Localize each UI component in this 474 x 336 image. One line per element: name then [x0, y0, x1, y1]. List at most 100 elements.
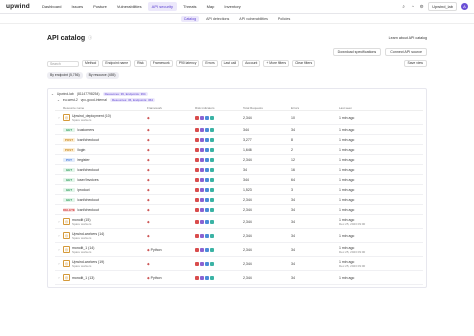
name-cell: GET/user/Invoices	[63, 177, 147, 182]
filter-p90-latency[interactable]: P90 latency	[175, 60, 200, 67]
nav-map[interactable]: Map	[203, 2, 219, 11]
expand-icon[interactable]: ›	[55, 262, 63, 266]
col-total-requests[interactable]: Total Requests	[243, 106, 291, 110]
chevron-down-icon[interactable]: ⌄	[51, 92, 54, 96]
region-line[interactable]: ⌄ eu-west-2 vpc-good-internal Resources:…	[51, 97, 423, 103]
risk-indicator-icon	[200, 247, 204, 252]
filter-last-call[interactable]: Last call	[220, 60, 240, 67]
endpoint-path[interactable]: /product	[77, 188, 90, 192]
endpoint-row[interactable]: GET/cart/checkout ◆ 34 16 1 min ago	[55, 165, 423, 175]
group-by-resource[interactable]: By resource (455)	[85, 72, 119, 79]
learn-link[interactable]: Learn about API catalog	[389, 36, 427, 40]
filter-method[interactable]: Method	[82, 60, 100, 67]
nav-api-security[interactable]: API security	[147, 2, 177, 11]
resource-row[interactable]: › ◎ monolit_1 (13) ◆ Python 2,344 34 1 min ago	[55, 271, 423, 285]
expand-icon[interactable]: ›	[55, 276, 63, 280]
last-seen: 1 min ago	[339, 276, 379, 280]
name-stack: Upwind-workers (14) Spare workers	[72, 232, 104, 240]
clear-filters-button[interactable]: Clear filters	[292, 60, 316, 67]
tab-api-detections[interactable]: API detections	[203, 16, 232, 22]
endpoint-path[interactable]: /login	[77, 148, 85, 152]
upwind-logo: upwind	[6, 3, 30, 10]
tab-policies[interactable]: Policies	[275, 16, 293, 22]
risk-indicator-icon	[195, 275, 199, 280]
endpoint-path[interactable]: /cart/checkout	[77, 168, 99, 172]
method-badge: GET	[63, 187, 75, 192]
risk-indicator-icon	[210, 147, 214, 152]
resource-row[interactable]: › ◎ monolit (15) Spare workers ◆ 2,344 34 1 min…	[55, 215, 423, 229]
expand-icon[interactable]: ›	[55, 248, 63, 252]
search-input[interactable]: Search	[47, 60, 79, 67]
framework-cell: ◆	[147, 138, 195, 142]
nav-threats[interactable]: Threats	[179, 2, 201, 11]
gear-icon[interactable]: ⚙	[419, 4, 424, 9]
endpoint-path[interactable]: /customers	[77, 128, 94, 132]
endpoint-row[interactable]: POST/login ◆ 1,646 2 1 min ago	[55, 145, 423, 155]
connect-source-button[interactable]: Connect API source	[385, 48, 427, 56]
resource-row[interactable]: › ◎ Upwind-workers (19) Spare workers ◆ 2,344…	[55, 257, 423, 271]
endpoint-path[interactable]: /cart/checkout	[77, 208, 99, 212]
nav-posture[interactable]: Posture	[89, 2, 111, 11]
expand-icon[interactable]: ›	[55, 234, 63, 238]
info-icon[interactable]: ⓘ	[88, 35, 92, 41]
nav-vulnerabilities[interactable]: Vulnerabilities	[113, 2, 146, 11]
tab-api-vulnerabilities[interactable]: API vulnerabilities	[236, 16, 271, 22]
resource-name[interactable]: monolit_1 (13)	[72, 276, 94, 280]
page-header: API catalog ⓘ Learn about API catalog	[47, 32, 427, 44]
name-cell: PUT/register	[63, 157, 147, 162]
chevron-down-icon[interactable]: ⌄	[57, 98, 60, 102]
last-seen-relative: 1 min ago	[339, 147, 355, 152]
download-specs-button[interactable]: Download specifications	[332, 48, 382, 56]
endpoint-path[interactable]: /register	[77, 158, 90, 162]
service-panel: ⌄ Upwind-lab (81147798254) Resources: 36…	[47, 88, 427, 288]
total-requests: 2,344	[243, 115, 252, 120]
endpoint-row[interactable]: DELETE/cart/checkout ◆ 2,344 34 1 min ago	[55, 205, 423, 215]
resource-row[interactable]: › ◎ Upwind-workers (14) Spare workers ◆ 2,344…	[55, 229, 423, 243]
risk-indicator-icon	[195, 187, 199, 192]
risk-indicator-icon	[205, 275, 209, 280]
filter-endpoint-name[interactable]: Endpoint name	[102, 60, 132, 67]
service-icon: ◎	[63, 246, 70, 253]
group-by-endpoint[interactable]: By endpoint (5,756)	[47, 72, 83, 79]
nav-dashboard[interactable]: Dashboard	[38, 2, 66, 11]
tenant-selector[interactable]: Upwind_lab	[428, 2, 457, 11]
endpoint-row[interactable]: PUT/register ◆ 2,344 12 1 min ago	[55, 155, 423, 165]
endpoint-row[interactable]: GET/cart/checkout ◆ 2,344 34 1 min ago	[55, 195, 423, 205]
last-seen-relative: 1 min ago	[339, 207, 355, 212]
tab-catalog[interactable]: Catalog	[180, 15, 200, 22]
col-resource-name[interactable]: Resource name	[63, 106, 147, 110]
search-icon[interactable]: ⌕	[401, 4, 406, 9]
endpoint-path[interactable]: /user/Invoices	[77, 178, 99, 182]
more-filters-button[interactable]: + More filters	[263, 60, 290, 67]
last-seen: 1 min ago Dec 25, 2023 09:00	[339, 218, 379, 226]
col-framework[interactable]: Framework	[147, 106, 195, 110]
nav-issues[interactable]: Issues	[68, 2, 88, 11]
nav-inventory[interactable]: Inventory	[220, 2, 244, 11]
col-risk[interactable]: Risk indicators	[195, 106, 243, 110]
col-last-seen[interactable]: Last seen	[339, 106, 379, 110]
filter-risk[interactable]: Risk	[134, 60, 147, 67]
risk-indicator-icon	[200, 167, 204, 172]
resource-row[interactable]: › ◎ Upwind_deployment (10) Spare workers ◆ 2,…	[55, 111, 423, 125]
filter-framework[interactable]: Framework	[149, 60, 173, 67]
expand-icon[interactable]: ›	[55, 116, 63, 120]
endpoint-row[interactable]: GET/product ◆ 1,523 3 1 min ago	[55, 185, 423, 195]
avatar[interactable]: A	[461, 3, 468, 10]
errors-count: 34	[291, 197, 295, 202]
filter-account[interactable]: Account	[242, 60, 261, 67]
col-errors[interactable]: Errors	[291, 106, 339, 110]
framework-icon: ◆	[147, 187, 150, 192]
bell-icon[interactable]: ◔	[410, 4, 415, 9]
endpoint-path[interactable]: /cart/checkout	[77, 198, 99, 202]
total-requests: 2,344	[243, 157, 252, 162]
save-view-button[interactable]: Save view	[403, 60, 427, 67]
endpoint-row[interactable]: GET/customers ◆ 344 34 1 min ago	[55, 125, 423, 135]
expand-icon[interactable]: ›	[55, 220, 63, 224]
last-seen: 1 min ago	[339, 178, 379, 182]
endpoint-path[interactable]: /cart/checkout	[77, 138, 99, 142]
resource-row[interactable]: › ◎ monolit_1 (14) Spare workers ◆ Python 2,3…	[55, 243, 423, 257]
filter-errors[interactable]: Errors	[202, 60, 218, 67]
endpoint-row[interactable]: GET/user/Invoices ◆ 344 64 1 min ago	[55, 175, 423, 185]
endpoint-row[interactable]: POST/cart/checkout ◆ 3,277 8 1 min ago	[55, 135, 423, 145]
risk-indicator-icon	[195, 167, 199, 172]
